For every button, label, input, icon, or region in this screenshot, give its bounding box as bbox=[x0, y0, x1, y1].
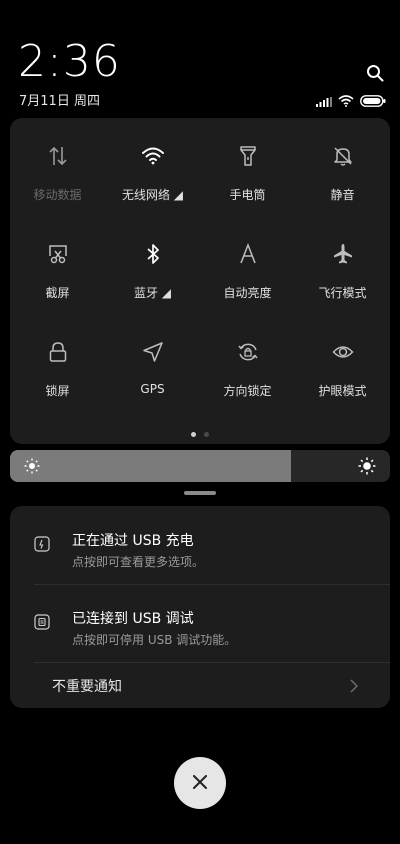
notification-title: 已连接到 USB 调试 bbox=[72, 611, 194, 627]
notification-subtitle: 点按即可查看更多选项。 bbox=[72, 555, 205, 569]
page-dot-active[interactable] bbox=[191, 432, 196, 437]
brightness-slider[interactable] bbox=[10, 450, 390, 482]
tile-label: 手电筒 bbox=[229, 188, 266, 202]
tile-label: 截屏 bbox=[45, 286, 70, 300]
tile-label: 方向锁定 bbox=[223, 384, 272, 398]
tile-airplane[interactable]: 飞行模式 bbox=[295, 240, 390, 302]
lock-icon bbox=[44, 338, 72, 366]
page-dot[interactable] bbox=[204, 432, 209, 437]
usb-debug-icon bbox=[34, 614, 50, 630]
mobile-data-icon bbox=[44, 142, 72, 170]
date-text: 7月11日 周四 bbox=[19, 94, 100, 109]
quick-settings-panel: 移动数据 无线网络 ◢ 手电筒 静音 截屏 蓝牙 ◢ 自动亮度 飞行模式 锁屏 … bbox=[10, 118, 390, 444]
tile-label: 静音 bbox=[330, 188, 355, 202]
tile-label: 锁屏 bbox=[45, 384, 70, 398]
tile-screenshot[interactable]: 截屏 bbox=[10, 240, 105, 302]
search-icon[interactable] bbox=[366, 64, 384, 82]
gps-icon bbox=[139, 338, 167, 366]
tile-label: 蓝牙 ◢ bbox=[133, 286, 172, 300]
brightness-high-icon bbox=[358, 457, 376, 479]
screenshot-icon bbox=[44, 240, 72, 268]
tile-bluetooth[interactable]: 蓝牙 ◢ bbox=[105, 240, 200, 302]
tile-mobile-data[interactable]: 移动数据 bbox=[10, 142, 105, 204]
notification-panel: 正在通过 USB 充电 点按即可查看更多选项。 已连接到 USB 调试 点按即可… bbox=[10, 506, 390, 708]
tile-label: 无线网络 ◢ bbox=[121, 188, 184, 202]
drag-handle[interactable] bbox=[184, 491, 216, 495]
bell-off-icon bbox=[329, 142, 357, 170]
notification-usb-charging[interactable]: 正在通过 USB 充电 点按即可查看更多选项。 bbox=[10, 506, 390, 584]
tile-label: 自动亮度 bbox=[223, 286, 272, 300]
page-indicator bbox=[10, 432, 390, 437]
unimportant-notifications-label: 不重要通知 bbox=[52, 679, 122, 695]
tile-rotation-lock[interactable]: 方向锁定 bbox=[200, 338, 295, 400]
tile-label: GPS bbox=[140, 382, 165, 396]
quick-settings-grid: 移动数据 无线网络 ◢ 手电筒 静音 截屏 蓝牙 ◢ 自动亮度 飞行模式 锁屏 … bbox=[10, 142, 390, 400]
tile-flashlight[interactable]: 手电筒 bbox=[200, 142, 295, 204]
battery-icon bbox=[360, 92, 386, 111]
brightness-fill bbox=[10, 450, 292, 482]
tile-gps[interactable]: GPS bbox=[105, 338, 200, 400]
usb-charge-icon bbox=[34, 536, 50, 552]
tile-label: 移动数据 bbox=[33, 188, 82, 202]
notification-usb-debugging[interactable]: 已连接到 USB 调试 点按即可停用 USB 调试功能。 bbox=[10, 584, 390, 662]
wifi-status-icon bbox=[338, 92, 354, 111]
notification-title: 正在通过 USB 充电 bbox=[72, 533, 194, 549]
flashlight-icon bbox=[234, 142, 262, 170]
tile-label: 护眼模式 bbox=[318, 384, 367, 398]
unimportant-notifications-row[interactable]: 不重要通知 bbox=[10, 662, 390, 708]
notification-subtitle: 点按即可停用 USB 调试功能。 bbox=[72, 633, 237, 647]
clear-all-button[interactable] bbox=[174, 757, 226, 809]
bluetooth-icon bbox=[139, 240, 167, 268]
tile-auto-brightness[interactable]: 自动亮度 bbox=[200, 240, 295, 302]
tile-silent[interactable]: 静音 bbox=[295, 142, 390, 204]
wifi-icon bbox=[139, 142, 167, 170]
tile-label: 飞行模式 bbox=[318, 286, 367, 300]
signal-icon bbox=[316, 92, 332, 111]
airplane-icon bbox=[329, 240, 357, 268]
chevron-right-icon bbox=[350, 678, 359, 697]
status-icons bbox=[316, 92, 386, 111]
clock: 2:36 bbox=[18, 36, 121, 87]
tile-wifi[interactable]: 无线网络 ◢ bbox=[105, 142, 200, 204]
close-icon bbox=[193, 774, 207, 793]
tile-lock-screen[interactable]: 锁屏 bbox=[10, 338, 105, 400]
auto-brightness-icon bbox=[234, 240, 262, 268]
brightness-low-icon bbox=[24, 458, 40, 478]
eye-icon bbox=[329, 338, 357, 366]
rotation-lock-icon bbox=[234, 338, 262, 366]
tile-eye-care[interactable]: 护眼模式 bbox=[295, 338, 390, 400]
